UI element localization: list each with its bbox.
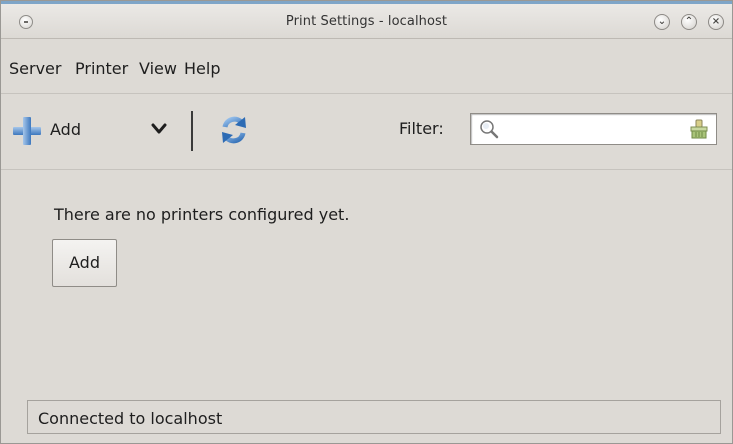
menu-server[interactable]: Server: [9, 59, 61, 78]
window-title: Print Settings - localhost: [285, 14, 448, 29]
filter-label: Filter:: [399, 119, 444, 138]
clear-icon[interactable]: [690, 119, 708, 139]
toolbar-add-label: Add: [50, 120, 81, 139]
refresh-icon[interactable]: [219, 115, 249, 145]
close-icon[interactable]: ×: [708, 14, 724, 30]
menu-printer[interactable]: Printer: [75, 59, 128, 78]
status-bar: Connected to localhost: [27, 400, 721, 434]
menu-bar: Server Printer View Help: [1, 55, 732, 85]
add-printer-button[interactable]: Add: [52, 239, 117, 287]
print-settings-window: Print Settings - localhost ⌄ ⌃ × Server …: [0, 0, 733, 444]
menu-help[interactable]: Help: [184, 59, 220, 78]
status-text: Connected to localhost: [38, 409, 223, 428]
filter-input[interactable]: [470, 113, 717, 145]
toolbar-divider: [1, 169, 732, 170]
menu-view[interactable]: View: [139, 59, 177, 78]
title-bar[interactable]: Print Settings - localhost ⌄ ⌃ ×: [1, 1, 732, 39]
empty-state-message: There are no printers configured yet.: [54, 205, 350, 224]
toolbar: Add Filter:: [1, 95, 732, 169]
toolbar-separator: [191, 111, 193, 151]
minimize-icon[interactable]: ⌄: [654, 14, 670, 30]
chevron-down-icon[interactable]: [151, 123, 167, 135]
menubar-divider: [1, 93, 732, 94]
toolbar-add-button[interactable]: Add: [13, 115, 123, 145]
maximize-icon[interactable]: ⌃: [681, 14, 697, 30]
search-icon: [480, 120, 499, 139]
plus-icon: [13, 117, 41, 145]
